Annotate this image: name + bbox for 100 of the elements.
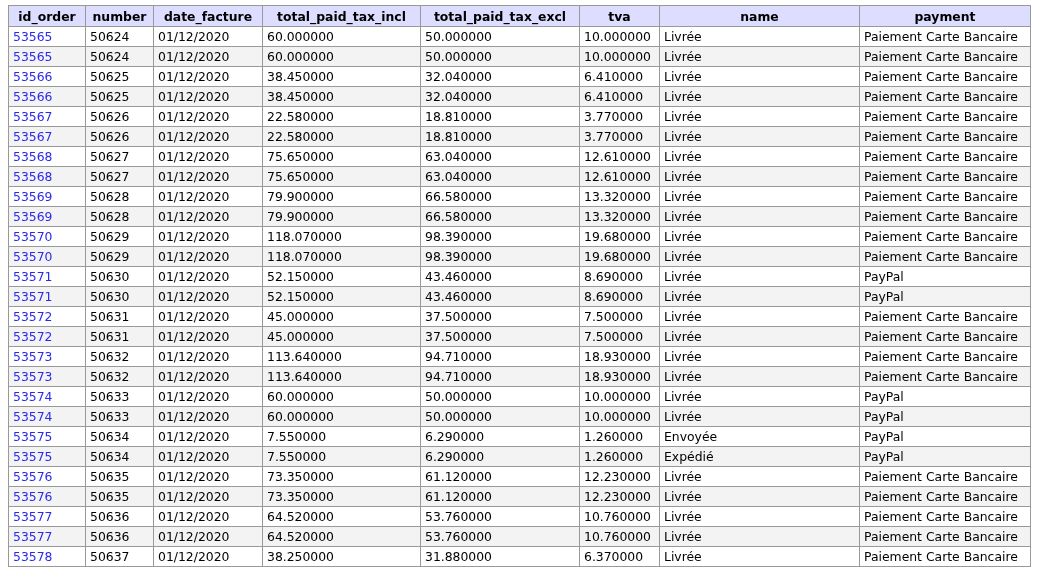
table-cell: 1.260000 <box>579 426 660 447</box>
table-cell: 7.550000 <box>262 426 421 447</box>
table-cell: 60.000000 <box>262 386 421 407</box>
table-cell: 64.520000 <box>262 506 421 527</box>
table-cell: 10.000000 <box>579 386 660 407</box>
table-cell: 50634 <box>85 446 154 467</box>
table-cell: 6.410000 <box>579 86 660 107</box>
table-cell: Livrée <box>659 406 860 427</box>
table-cell: 10.760000 <box>579 506 660 527</box>
column-header: tva <box>579 5 660 27</box>
table-cell: 1.260000 <box>579 446 660 467</box>
table-cell: 60.000000 <box>262 26 421 47</box>
table-cell: 10.760000 <box>579 526 660 547</box>
table-cell: 8.690000 <box>579 266 660 287</box>
table-cell: Livrée <box>659 366 860 387</box>
column-header: total_paid_tax_incl <box>262 5 421 27</box>
table-cell: Paiement Carte Bancaire <box>859 106 1031 127</box>
table-cell: 50624 <box>85 46 154 67</box>
column-header: payment <box>859 5 1031 27</box>
table-cell: 79.900000 <box>262 206 421 227</box>
table-cell: Paiement Carte Bancaire <box>859 86 1031 107</box>
table-cell: 60.000000 <box>262 46 421 67</box>
table-cell: 61.120000 <box>420 486 580 507</box>
table-cell: 98.390000 <box>420 246 580 267</box>
table-cell: Paiement Carte Bancaire <box>859 246 1031 267</box>
table-cell: Livrée <box>659 146 860 167</box>
table-cell: Livrée <box>659 206 860 227</box>
table-cell: 12.610000 <box>579 166 660 187</box>
table-cell: 01/12/2020 <box>153 506 263 527</box>
table-cell: 01/12/2020 <box>153 366 263 387</box>
table-cell: 113.640000 <box>262 346 421 367</box>
table-cell: 43.460000 <box>420 266 580 287</box>
table-cell: 13.320000 <box>579 206 660 227</box>
table-cell: 6.290000 <box>420 426 580 447</box>
table-cell: Paiement Carte Bancaire <box>859 326 1031 347</box>
table-cell: 75.650000 <box>262 146 421 167</box>
table-cell: 01/12/2020 <box>153 126 263 147</box>
table-cell: 37.500000 <box>420 326 580 347</box>
table-cell: 50628 <box>85 206 154 227</box>
table-cell: PayPal <box>859 426 1031 447</box>
table-cell: 50634 <box>85 426 154 447</box>
column-header: date_facture <box>153 5 263 27</box>
table-cell: 66.580000 <box>420 206 580 227</box>
table-cell: 10.000000 <box>579 46 660 67</box>
table-cell: Paiement Carte Bancaire <box>859 46 1031 67</box>
table-cell: Livrée <box>659 26 860 47</box>
table-cell: 31.880000 <box>420 546 580 567</box>
table-cell: 3.770000 <box>579 106 660 127</box>
table-cell: 73.350000 <box>262 466 421 487</box>
table-cell: 01/12/2020 <box>153 386 263 407</box>
table-cell: 50635 <box>85 486 154 507</box>
table-cell: 73.350000 <box>262 486 421 507</box>
table-cell: 32.040000 <box>420 66 580 87</box>
table-cell: 3.770000 <box>579 126 660 147</box>
table-cell: 01/12/2020 <box>153 26 263 47</box>
column-header: id_order <box>8 5 86 27</box>
table-cell: 50636 <box>85 526 154 547</box>
table-cell: 01/12/2020 <box>153 46 263 67</box>
table-cell: 22.580000 <box>262 106 421 127</box>
table-cell: 38.450000 <box>262 86 421 107</box>
table-cell: Livrée <box>659 526 860 547</box>
table-cell: Paiement Carte Bancaire <box>859 466 1031 487</box>
table-cell: 66.580000 <box>420 186 580 207</box>
table-cell: 50626 <box>85 126 154 147</box>
table-cell: 01/12/2020 <box>153 266 263 287</box>
table-cell: Livrée <box>659 86 860 107</box>
table-cell: 98.390000 <box>420 226 580 247</box>
table-cell: 7.550000 <box>262 446 421 467</box>
table-cell: Livrée <box>659 506 860 527</box>
table-cell: Paiement Carte Bancaire <box>859 206 1031 227</box>
table-cell: 50.000000 <box>420 46 580 67</box>
table-cell: Livrée <box>659 226 860 247</box>
table-cell: PayPal <box>859 286 1031 307</box>
table-cell: 22.580000 <box>262 126 421 147</box>
table-cell: Livrée <box>659 546 860 567</box>
table-cell: Paiement Carte Bancaire <box>859 306 1031 327</box>
table-cell: 79.900000 <box>262 186 421 207</box>
table-cell: 8.690000 <box>579 286 660 307</box>
table-cell: 01/12/2020 <box>153 286 263 307</box>
table-cell: 50625 <box>85 66 154 87</box>
table-cell: 118.070000 <box>262 226 421 247</box>
table-cell: 01/12/2020 <box>153 106 263 127</box>
table-cell: 01/12/2020 <box>153 406 263 427</box>
table-cell: 01/12/2020 <box>153 326 263 347</box>
table-cell: 01/12/2020 <box>153 66 263 87</box>
table-cell: Livrée <box>659 266 860 287</box>
table-cell: Paiement Carte Bancaire <box>859 486 1031 507</box>
table-cell: Paiement Carte Bancaire <box>859 146 1031 167</box>
table-cell: 01/12/2020 <box>153 246 263 267</box>
table-cell: Livrée <box>659 186 860 207</box>
column-header: total_paid_tax_excl <box>420 5 580 27</box>
table-cell: 52.150000 <box>262 286 421 307</box>
table-cell: 50633 <box>85 386 154 407</box>
table-cell: 50637 <box>85 546 154 567</box>
table-cell: Paiement Carte Bancaire <box>859 526 1031 547</box>
table-cell: Livrée <box>659 326 860 347</box>
table-cell: 38.250000 <box>262 546 421 567</box>
table-cell: 50630 <box>85 266 154 287</box>
table-cell: 50.000000 <box>420 26 580 47</box>
table-cell: 50636 <box>85 506 154 527</box>
